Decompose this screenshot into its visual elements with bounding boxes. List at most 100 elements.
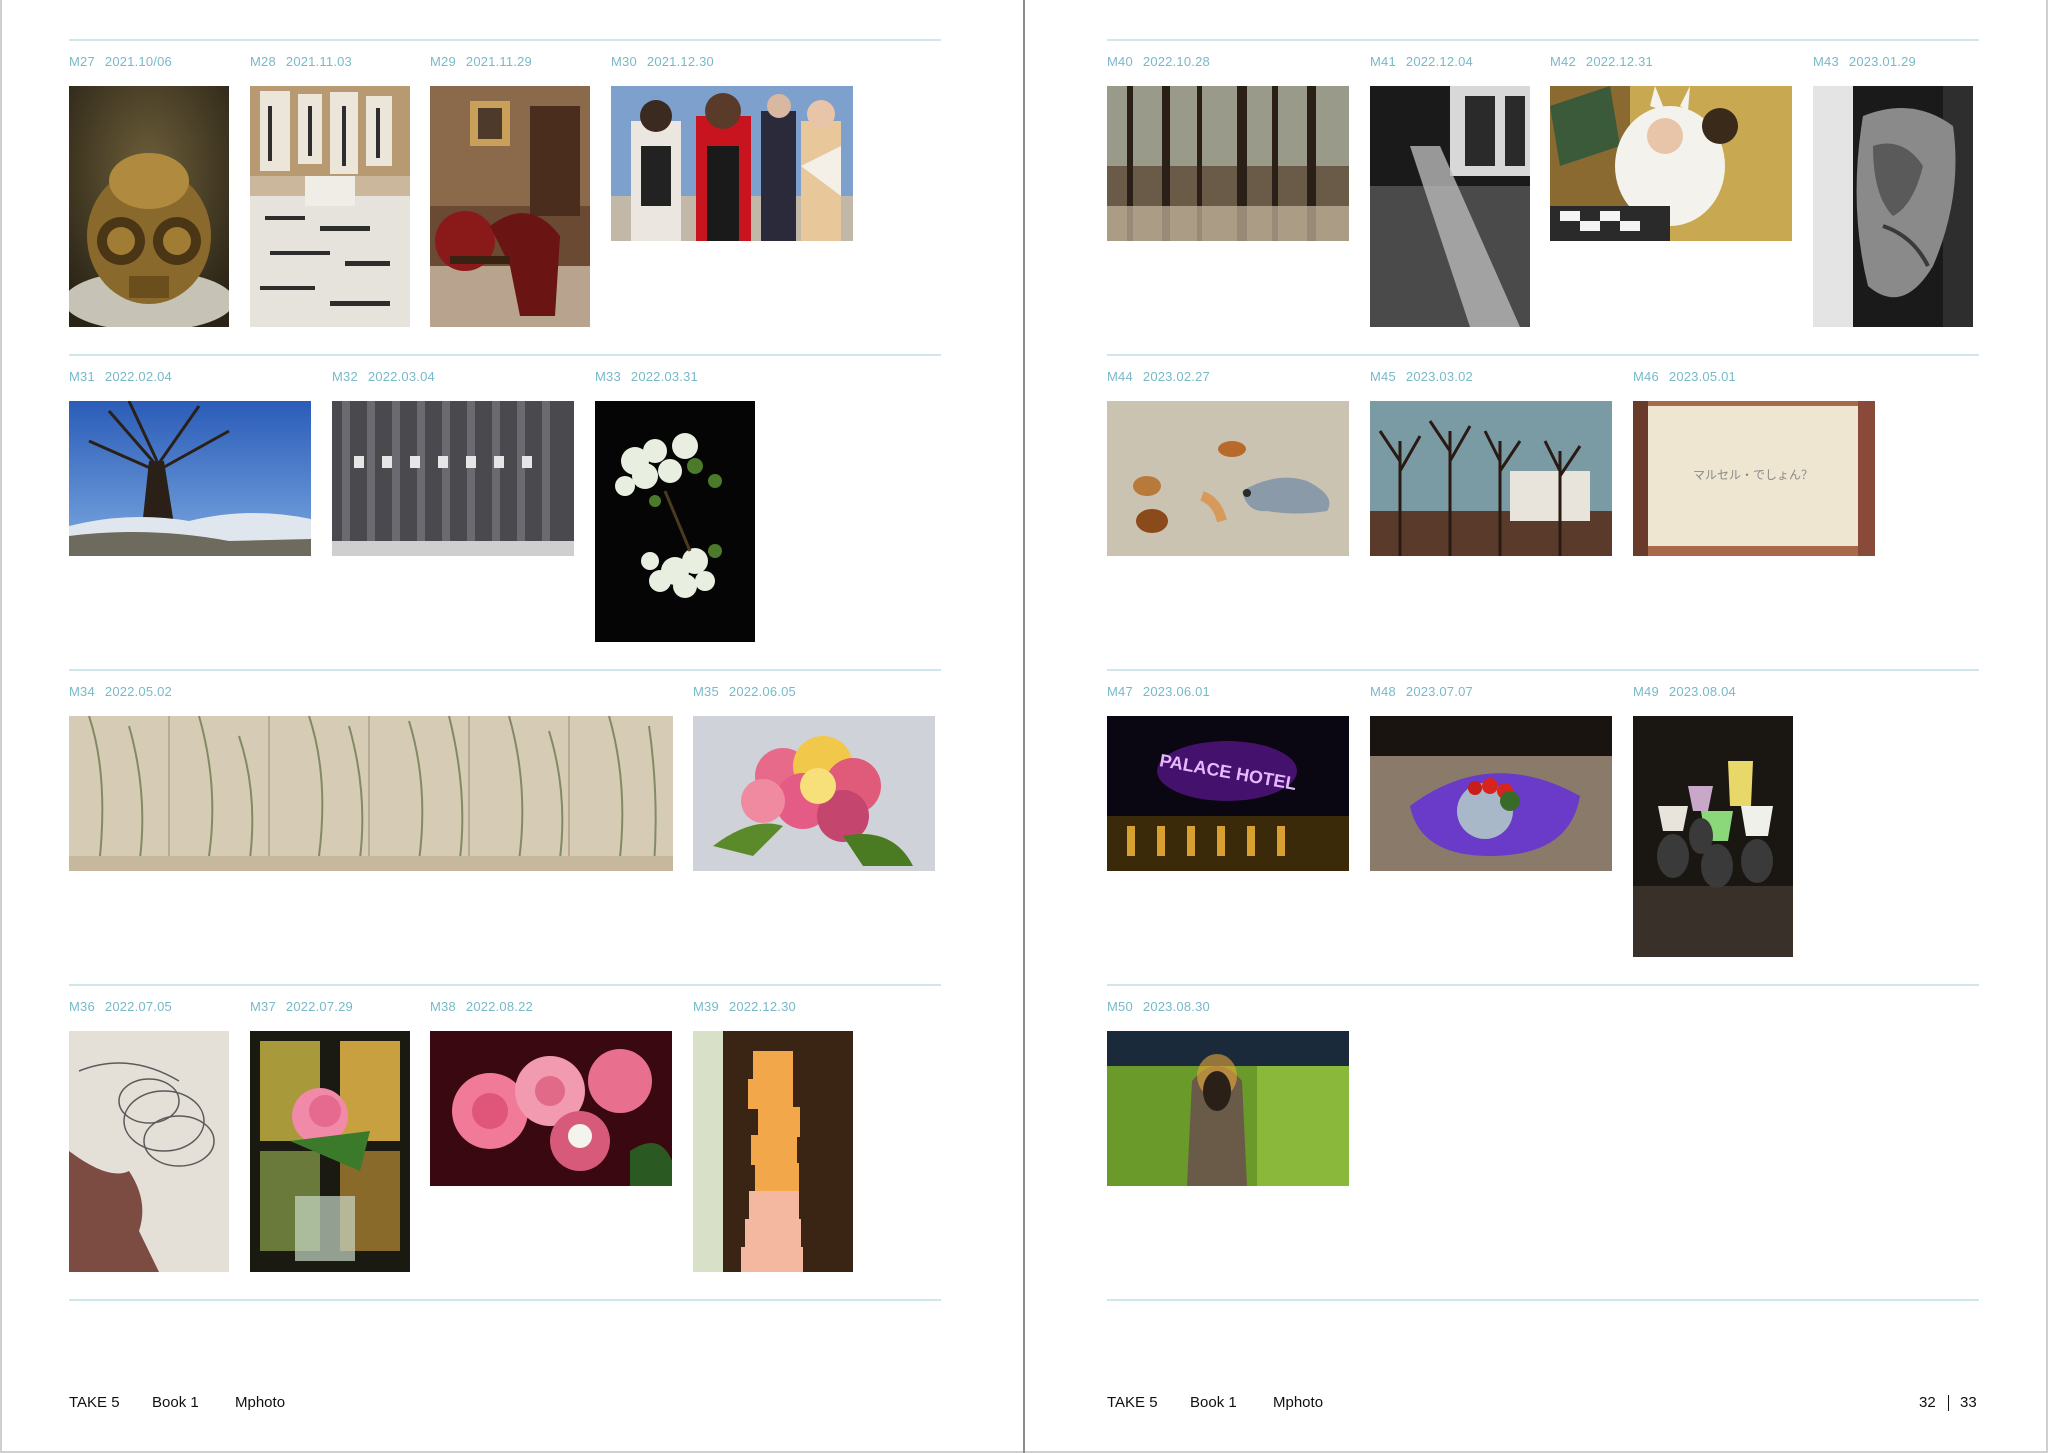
photo-m29-antique-room [430,86,590,327]
photo-caption: M48 2023.07.07 [1370,684,1473,699]
photo-code: M48 [1370,684,1396,699]
page-number-divider [1948,1395,1949,1411]
photo-date: 2023.01.29 [1848,54,1916,69]
photo-m41-light-beam-road [1370,86,1530,327]
row-rule [69,1299,941,1301]
photo-code: M27 [69,54,95,69]
photo-code: M35 [693,684,719,699]
photo-m30-costume-figures [611,86,853,241]
photo-code: M42 [1550,54,1576,69]
photo-date: 2022.03.31 [630,369,698,384]
photo-m37-rose-in-jar [250,1031,410,1272]
photo-date: 2023.08.04 [1668,684,1736,699]
photo-caption: M45 2023.03.02 [1370,369,1473,384]
page-edge-left [0,0,2,1453]
photo-code: M34 [69,684,95,699]
photo-caption: M29 2021.11.29 [430,54,532,69]
photo-m44-nuts-and-bear [1107,401,1349,556]
row-rule [1107,1299,1979,1301]
photo-code: M30 [611,54,637,69]
photo-caption: M47 2023.06.01 [1107,684,1210,699]
photo-date: 2022.05.02 [104,684,172,699]
footer-section: Mphoto [1273,1394,1324,1411]
row-rule [1107,354,1979,356]
photo-date: 2021.10/06 [104,54,172,69]
photo-caption: M41 2022.12.04 [1370,54,1473,69]
photo-caption: M32 2022.03.04 [332,369,435,384]
photo-date: 2022.06.05 [728,684,796,699]
photo-date: 2023.06.01 [1142,684,1210,699]
photo-code: M41 [1370,54,1396,69]
photo-m39-stacked-cups [693,1031,853,1272]
photo-m42-white-costume-figure [1550,86,1792,241]
photo-code: M43 [1813,54,1839,69]
photo-code: M32 [332,369,358,384]
photo-m48-purple-cushion [1370,716,1612,871]
photo-code: M44 [1107,369,1133,384]
photo-m46-handwritten-card: マルセル・でしょん？ [1633,401,1875,556]
photo-caption: M43 2023.01.29 [1813,54,1916,69]
card-text: マルセル・でしょん？ [1693,468,1813,482]
page-number-left: 32 [1919,1394,1936,1411]
row-rule [69,669,941,671]
photo-caption: M50 2023.08.30 [1107,999,1210,1014]
photo-caption: M33 2022.03.31 [595,369,698,384]
photo-m40-forest [1107,86,1349,241]
photo-date: 2022.08.22 [465,999,533,1014]
photo-m33-white-blossoms [595,401,755,642]
photo-code: M50 [1107,999,1133,1014]
photo-date: 2022.03.04 [367,369,435,384]
photo-caption: M27 2021.10/06 [69,54,172,69]
photo-date: 2022.07.29 [285,999,353,1014]
photo-caption: M34 2022.05.02 [69,684,172,699]
photo-date: 2022.12.31 [1585,54,1653,69]
photo-caption: M40 2022.10.28 [1107,54,1210,69]
photo-m38-pink-flowers [430,1031,672,1186]
photo-date: 2021.11.29 [465,54,532,69]
photo-date: 2023.03.02 [1405,369,1473,384]
photo-code: M33 [595,369,621,384]
photo-code: M37 [250,999,276,1014]
photo-date: 2022.10.28 [1142,54,1210,69]
photo-caption: M28 2021.11.03 [250,54,352,69]
photo-date: 2022.02.04 [104,369,172,384]
photo-caption: M42 2022.12.31 [1550,54,1653,69]
photo-code: M31 [69,369,95,384]
photo-code: M45 [1370,369,1396,384]
photo-caption: M38 2022.08.22 [430,999,533,1014]
photo-code: M46 [1633,369,1659,384]
photo-date: 2023.07.07 [1405,684,1473,699]
photo-m35-hydrangea [693,716,935,871]
photo-m27-bronze-mask [69,86,229,327]
photo-code: M47 [1107,684,1133,699]
photo-caption: M46 2023.05.01 [1633,369,1736,384]
footer-series: TAKE 5 [69,1394,120,1411]
photo-date: 2021.11.03 [285,54,352,69]
row-rule [69,39,941,41]
photo-caption: M37 2022.07.29 [250,999,353,1014]
photo-date: 2022.12.04 [1405,54,1473,69]
footer-series: TAKE 5 [1107,1394,1158,1411]
photo-caption: M31 2022.02.04 [69,369,172,384]
photo-caption: M44 2023.02.27 [1107,369,1210,384]
photo-m50-shadow-on-tree [1107,1031,1349,1186]
photo-m31-tree-blue-sky [69,401,311,556]
photo-m28-calligraphy [250,86,410,327]
photo-m43-rock-sculpture [1813,86,1973,327]
photo-m45-bare-trees-building [1370,401,1612,556]
photo-caption: M36 2022.07.05 [69,999,172,1014]
photo-date: 2023.02.27 [1142,369,1210,384]
photo-caption: M39 2022.12.30 [693,999,796,1014]
row-rule [69,984,941,986]
photo-caption: M35 2022.06.05 [693,684,796,699]
photo-code: M38 [430,999,456,1014]
photo-code: M29 [430,54,456,69]
footer-book: Book 1 [152,1394,199,1411]
photo-m34-willow-folding-screen [69,716,673,871]
photo-date: 2021.12.30 [646,54,714,69]
photo-code: M40 [1107,54,1133,69]
row-rule [1107,984,1979,986]
photo-code: M36 [69,999,95,1014]
row-rule [1107,39,1979,41]
photo-code: M28 [250,54,276,69]
